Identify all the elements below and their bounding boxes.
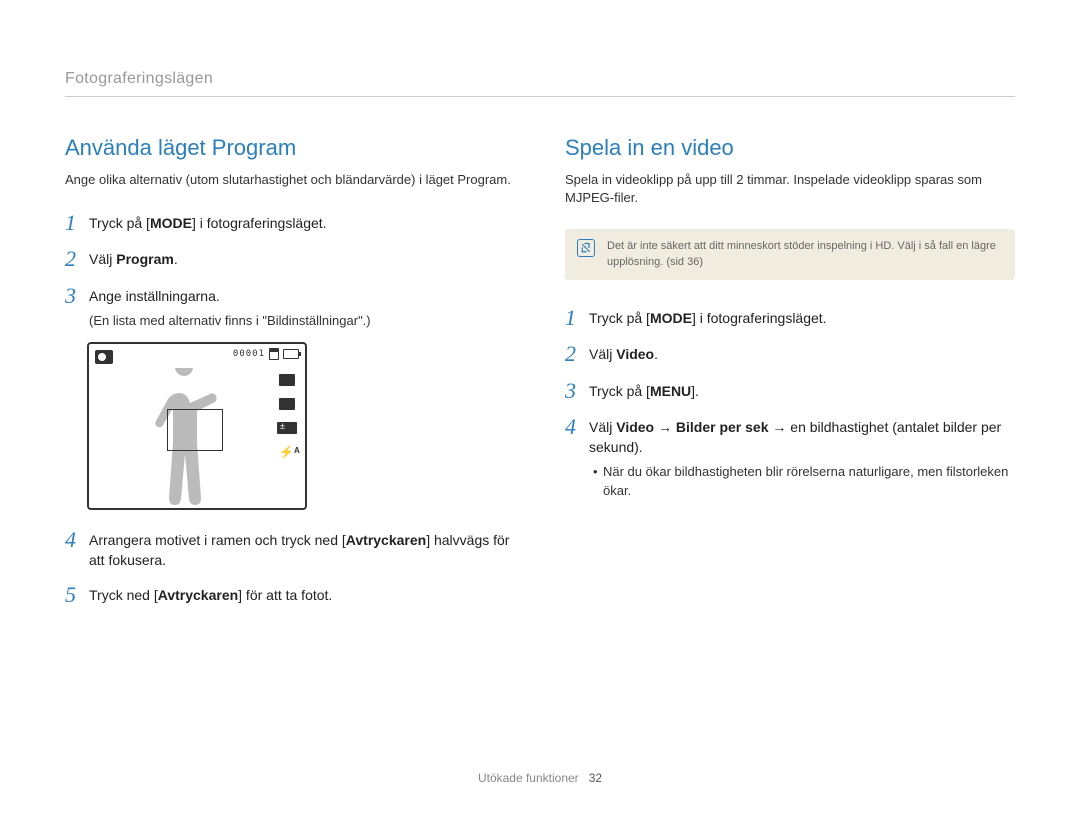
- page-number: 32: [589, 771, 602, 785]
- left-column: Använda läget Program Ange olika alterna…: [65, 135, 515, 619]
- step-number: 4: [565, 415, 589, 439]
- left-step-5: 5 Tryck ned [Avtryckaren] för att ta fot…: [65, 583, 515, 607]
- step-text: Ange inställningarna. (En lista med alte…: [89, 284, 371, 330]
- step-text: Välj Video → Bilder per sek → en bildhas…: [589, 415, 1015, 500]
- info-icon: [577, 239, 595, 257]
- flash-auto-icon: ⚡ᴬ: [279, 446, 295, 458]
- right-intro: Spela in videoklipp på upp till 2 timmar…: [565, 171, 1015, 207]
- right-step-4: 4 Välj Video → Bilder per sek → en bildh…: [565, 415, 1015, 500]
- resolution-icon: [279, 374, 295, 386]
- exposure-icon: [277, 422, 297, 434]
- right-title: Spela in en video: [565, 135, 1015, 161]
- right-step-2: 2 Välj Video.: [565, 342, 1015, 366]
- step-number: 4: [65, 528, 89, 552]
- footer-label: Utökade funktioner: [478, 771, 579, 785]
- step-text: Tryck på [MODE] i fotograferingsläget.: [89, 211, 327, 233]
- battery-icon: [283, 349, 299, 359]
- step-text: Arrangera motivet i ramen och tryck ned …: [89, 528, 515, 571]
- left-intro: Ange olika alternativ (utom slutarhastig…: [65, 171, 515, 189]
- step-text: Välj Program.: [89, 247, 178, 269]
- lcd-preview: 00001 ⚡ᴬ: [87, 342, 307, 510]
- lcd-counter: 00001: [233, 349, 265, 359]
- bullet-icon: •: [593, 463, 603, 481]
- right-steps: 1 Tryck på [MODE] i fotograferingsläget.…: [565, 306, 1015, 500]
- step-number: 2: [65, 247, 89, 271]
- lcd-right-icons: ⚡ᴬ: [277, 374, 297, 458]
- step-bullet: • När du ökar bildhastigheten blir rörel…: [593, 463, 1015, 499]
- step-number: 2: [565, 342, 589, 366]
- step-number: 1: [565, 306, 589, 330]
- left-step-3: 3 Ange inställningarna. (En lista med al…: [65, 284, 515, 330]
- info-text: Det är inte säkert att ditt minneskort s…: [607, 239, 1003, 270]
- right-step-3: 3 Tryck på [MENU].: [565, 379, 1015, 403]
- step-number: 1: [65, 211, 89, 235]
- step-subtext: (En lista med alternativ finns i "Bildin…: [89, 312, 371, 330]
- focus-rectangle: [167, 409, 223, 451]
- step-number: 3: [565, 379, 589, 403]
- step-text: Välj Video.: [589, 342, 658, 364]
- sd-card-icon: [269, 348, 279, 360]
- camera-mode-icon: [95, 350, 113, 364]
- content-columns: Använda läget Program Ange olika alterna…: [65, 135, 1015, 619]
- left-title: Använda läget Program: [65, 135, 515, 161]
- page-footer: Utökade funktioner 32: [0, 771, 1080, 785]
- left-step-1: 1 Tryck på [MODE] i fotograferingsläget.: [65, 211, 515, 235]
- quality-icon: [279, 398, 295, 410]
- left-steps-cont: 4 Arrangera motivet i ramen och tryck ne…: [65, 528, 515, 607]
- lcd-status-bar: 00001: [233, 348, 299, 360]
- left-step-4: 4 Arrangera motivet i ramen och tryck ne…: [65, 528, 515, 571]
- right-step-1: 1 Tryck på [MODE] i fotograferingsläget.: [565, 306, 1015, 330]
- step-text: Tryck ned [Avtryckaren] för att ta fotot…: [89, 583, 332, 605]
- step-text: Tryck på [MODE] i fotograferingsläget.: [589, 306, 827, 328]
- step-number: 3: [65, 284, 89, 308]
- left-steps: 1 Tryck på [MODE] i fotograferingsläget.…: [65, 211, 515, 330]
- step-text: Tryck på [MENU].: [589, 379, 699, 401]
- breadcrumb: Fotograferingslägen: [65, 70, 1015, 97]
- info-note: Det är inte säkert att ditt minneskort s…: [565, 229, 1015, 280]
- right-column: Spela in en video Spela in videoklipp på…: [565, 135, 1015, 619]
- left-step-2: 2 Välj Program.: [65, 247, 515, 271]
- step-number: 5: [65, 583, 89, 607]
